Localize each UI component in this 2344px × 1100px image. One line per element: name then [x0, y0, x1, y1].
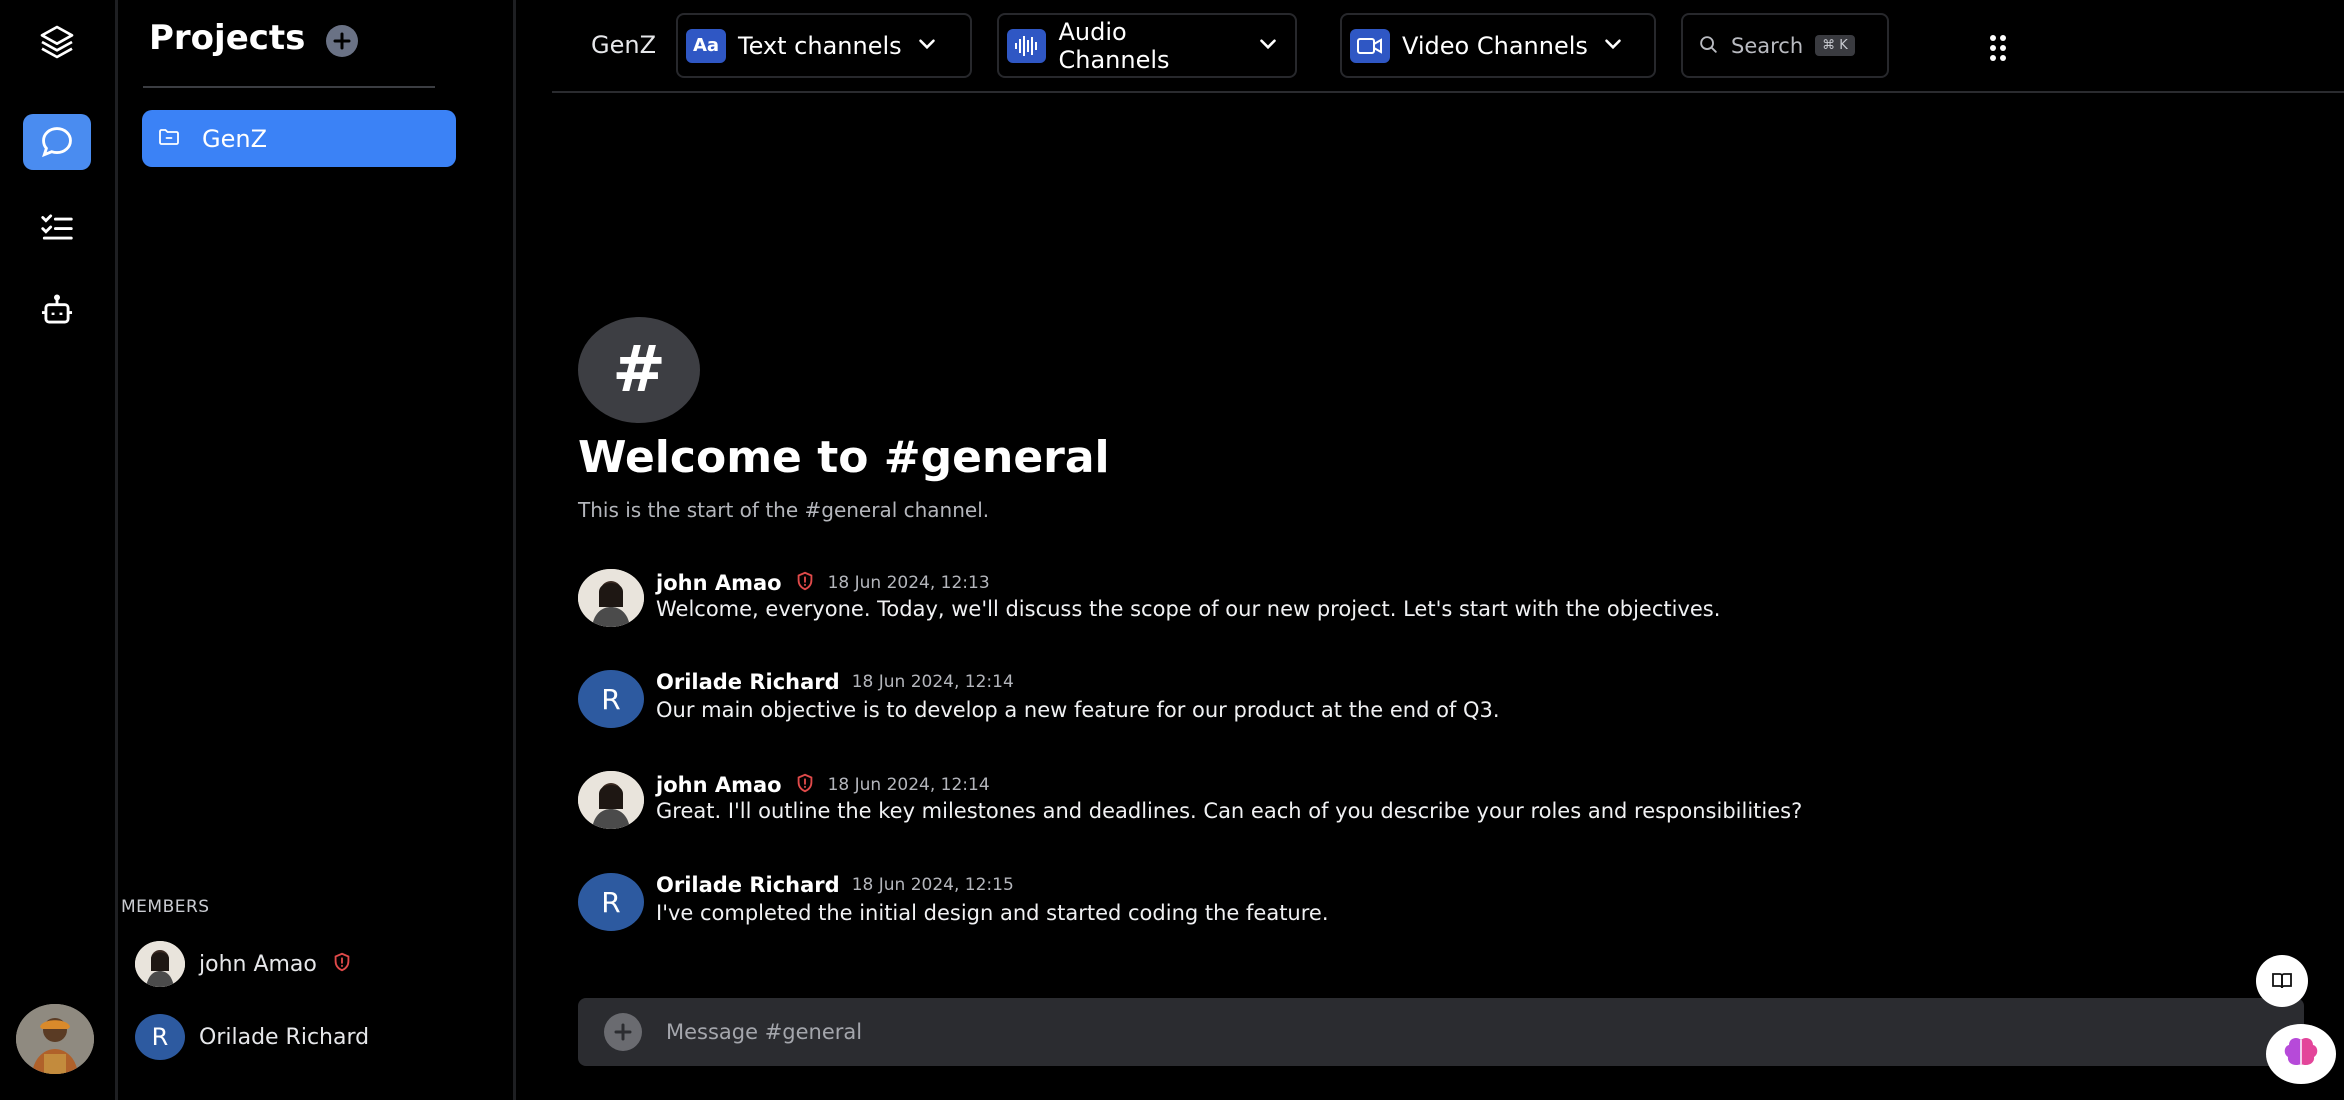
video-channels-label: Video Channels: [1402, 31, 1588, 60]
layers-icon[interactable]: [23, 14, 91, 70]
member-john-amao[interactable]: john Amao: [135, 941, 353, 987]
search-icon: [1697, 33, 1719, 59]
divider: [143, 86, 435, 88]
user-avatar[interactable]: [16, 1004, 94, 1074]
shield-icon: [794, 569, 816, 597]
message-timestamp: 18 Jun 2024, 12:13: [827, 573, 990, 593]
project-item-genz[interactable]: GenZ: [142, 110, 456, 167]
book-icon[interactable]: [2256, 955, 2308, 1007]
projects-panel: Projects GenZ MEMBERS john Amao R Orilad…: [121, 0, 516, 1100]
folder-icon: [156, 125, 182, 153]
video-channels-dropdown[interactable]: Video Channels: [1340, 13, 1656, 78]
audio-channels-dropdown[interactable]: Audio Channels: [997, 13, 1297, 78]
message-item[interactable]: john Amao 18 Jun 2024, 12:13 Welcome, ev…: [578, 569, 2078, 629]
channel-hash-icon: #: [578, 317, 700, 423]
audio-channels-label: Audio Channels: [1058, 17, 1170, 74]
message-item[interactable]: john Amao 18 Jun 2024, 12:14 Great. I'll…: [578, 771, 2078, 831]
message-timestamp: 18 Jun 2024, 12:14: [851, 672, 1014, 692]
chevron-down-icon: [914, 31, 940, 61]
app-rail: [0, 0, 118, 1100]
plus-icon: [333, 32, 351, 50]
ai-brain-icon[interactable]: [2266, 1024, 2336, 1084]
chat-icon[interactable]: [23, 114, 91, 170]
tasks-icon[interactable]: [23, 199, 91, 255]
member-orilade-richard[interactable]: R Orilade Richard: [135, 1014, 369, 1060]
search-label: Search: [1731, 33, 1804, 58]
message-input[interactable]: Message #general: [666, 1020, 862, 1044]
members-header: MEMBERS: [121, 897, 210, 917]
current-project-label: GenZ: [591, 31, 657, 59]
add-project-button[interactable]: [326, 25, 358, 57]
chevron-down-icon: [1255, 31, 1281, 61]
text-channel-icon: Aa: [686, 28, 726, 63]
member-avatar: [135, 941, 185, 987]
message-item[interactable]: R Orilade Richard 18 Jun 2024, 12:15 I'v…: [578, 873, 2078, 933]
message-avatar[interactable]: [578, 771, 644, 829]
channel-welcome-subtitle: This is the start of the #general channe…: [578, 498, 990, 522]
message-author[interactable]: john Amao: [656, 571, 782, 595]
message-avatar[interactable]: R: [578, 670, 644, 728]
message-author[interactable]: john Amao: [656, 773, 782, 797]
message-avatar[interactable]: [578, 569, 644, 627]
member-name: john Amao: [199, 951, 317, 977]
video-channel-icon: [1350, 28, 1390, 63]
message-text: Welcome, everyone. Today, we'll discuss …: [656, 597, 1721, 621]
message-text: I've completed the initial design and st…: [656, 901, 1329, 925]
grid-menu-icon[interactable]: [1988, 33, 2008, 67]
channel-welcome-title: Welcome to #general: [578, 432, 1110, 483]
message-avatar[interactable]: R: [578, 873, 644, 931]
member-name: Orilade Richard: [199, 1024, 370, 1050]
attach-plus-button[interactable]: [604, 1013, 642, 1051]
chevron-down-icon: [1600, 31, 1626, 61]
shield-icon: [331, 950, 353, 978]
member-avatar: R: [135, 1014, 185, 1060]
bot-icon[interactable]: [23, 283, 91, 339]
message-timestamp: 18 Jun 2024, 12:14: [827, 775, 990, 795]
message-text: Our main objective is to develop a new f…: [656, 698, 1500, 722]
plus-icon: [614, 1023, 632, 1041]
projects-title: Projects: [149, 18, 306, 58]
shield-icon: [794, 771, 816, 799]
message-author[interactable]: Orilade Richard: [656, 670, 840, 694]
channel-topbar: GenZ Aa Text channels Audio Channels Vid…: [552, 0, 2344, 93]
text-channels-dropdown[interactable]: Aa Text channels: [676, 13, 972, 78]
message-item[interactable]: R Orilade Richard 18 Jun 2024, 12:14 Our…: [578, 670, 2078, 730]
message-composer[interactable]: Message #general: [578, 998, 2304, 1066]
message-author[interactable]: Orilade Richard: [656, 873, 840, 897]
text-channels-label: Text channels: [738, 31, 902, 60]
message-timestamp: 18 Jun 2024, 12:15: [851, 875, 1014, 895]
search-button[interactable]: Search ⌘ K: [1681, 13, 1889, 78]
search-shortcut: ⌘ K: [1815, 35, 1855, 56]
project-item-label: GenZ: [202, 124, 268, 153]
message-text: Great. I'll outline the key milestones a…: [656, 799, 1803, 823]
audio-channel-icon: [1007, 28, 1047, 63]
